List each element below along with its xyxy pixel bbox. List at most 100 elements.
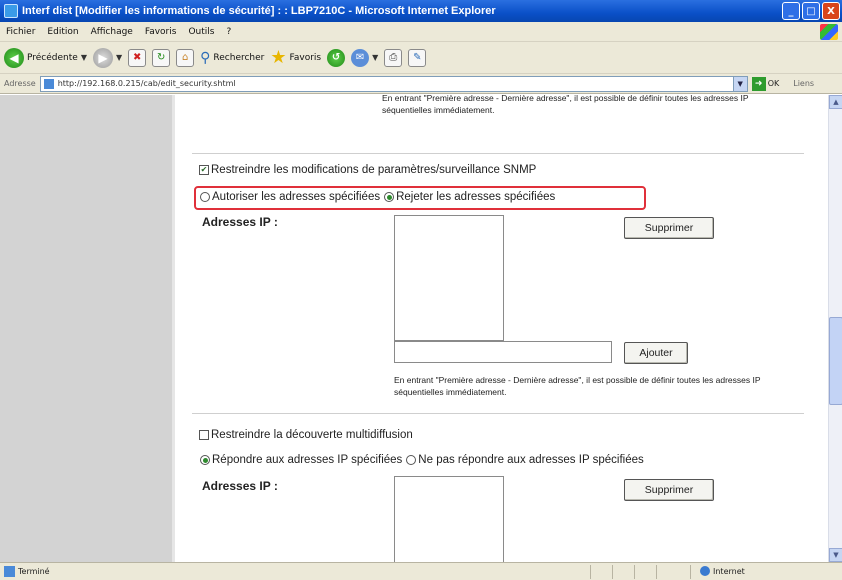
menu-fichier[interactable]: Fichier (6, 27, 35, 37)
forward-dropdown-icon[interactable]: ▼ (116, 53, 122, 62)
back-button[interactable]: ◀ Précédente ▼ (4, 47, 87, 68)
toolbar: ◀ Précédente ▼ ▶ ▼ ✖ ↻ ⌂ ⚲ Rechercher ★ … (0, 42, 842, 74)
globe-icon (700, 566, 710, 576)
menu-favoris[interactable]: Favoris (145, 27, 177, 37)
left-panel (0, 95, 172, 562)
multicast-ip-listbox[interactable] (394, 476, 504, 562)
ie-icon (4, 4, 18, 18)
links-label[interactable]: Liens (793, 79, 814, 88)
stop-icon: ✖ (128, 48, 147, 67)
status-page-icon (4, 566, 15, 577)
status-separator (612, 565, 613, 579)
left-panel-border (172, 95, 175, 562)
multicast-radio-row: Répondre aux adresses IP spécifiées Ne p… (200, 454, 644, 466)
snmp-ip-listbox[interactable] (394, 215, 504, 341)
divider-middle (192, 413, 804, 414)
status-separator (656, 565, 657, 579)
radio-no-respond[interactable] (406, 455, 417, 465)
print-icon: ⎙ (384, 48, 403, 67)
search-icon: ⚲ (200, 49, 211, 66)
favorites-button[interactable]: ★ Favoris (270, 47, 321, 68)
multicast-delete-button[interactable]: Supprimer (624, 479, 714, 501)
status-separator (690, 565, 691, 579)
address-url: http://192.168.0.215/cab/edit_security.s… (57, 79, 236, 88)
mail-dropdown-icon[interactable]: ▼ (372, 53, 378, 62)
radio-respond-label[interactable]: Répondre aux adresses IP spécifiées (212, 454, 402, 466)
snmp-checkbox[interactable]: ✔ (199, 165, 209, 175)
status-text: Terminé (18, 567, 50, 576)
back-dropdown-icon[interactable]: ▼ (81, 53, 87, 62)
back-arrow-icon: ◀ (4, 47, 24, 68)
radio-reject[interactable] (384, 192, 395, 202)
go-label: OK (767, 79, 780, 88)
title-bar: Interf dist [Modifier les informations d… (0, 0, 842, 22)
radio-respond[interactable] (200, 455, 210, 465)
status-zone: Internet (700, 566, 745, 576)
scroll-thumb[interactable] (829, 317, 842, 405)
page-content: En entrant "Première adresse - Dernière … (0, 95, 828, 562)
print-button[interactable]: ⎙ (384, 48, 403, 67)
home-button[interactable]: ⌂ (176, 48, 195, 67)
snmp-radio-row: Autoriser les adresses spécifiées Rejete… (200, 191, 555, 203)
forward-button[interactable]: ▶ ▼ (92, 47, 122, 68)
scroll-up-icon[interactable]: ▲ (829, 95, 842, 109)
address-bar: Adresse http://192.168.0.215/cab/edit_se… (0, 74, 842, 94)
go-button[interactable]: ➜ OK (751, 76, 780, 91)
snmp-checkbox-label: Restreindre les modifications de paramèt… (211, 164, 537, 176)
minimize-button[interactable]: _ (782, 2, 800, 20)
status-bar: Terminé Internet (0, 562, 842, 580)
snmp-ip-label: Adresses IP : (202, 215, 278, 229)
main-form: En entrant "Première adresse - Dernière … (178, 95, 828, 562)
radio-allow[interactable] (200, 192, 210, 202)
menu-bar: Fichier Edition Affichage Favoris Outils… (0, 22, 842, 42)
menu-edition[interactable]: Edition (47, 27, 78, 37)
address-label: Adresse (4, 79, 36, 88)
edit-icon: ✎ (408, 48, 427, 67)
refresh-icon: ↻ (152, 48, 171, 67)
snmp-add-button[interactable]: Ajouter (624, 342, 688, 364)
history-icon: ↺ (327, 48, 346, 67)
snmp-checkbox-row[interactable]: ✔ Restreindre les modifications de param… (199, 164, 536, 176)
menu-help[interactable]: ? (226, 27, 231, 37)
snmp-note: En entrant "Première adresse - Dernière … (394, 375, 761, 397)
address-dropdown-icon[interactable]: ▼ (732, 76, 747, 91)
windows-logo-icon (820, 24, 838, 40)
status-separator (634, 565, 635, 579)
search-button[interactable]: ⚲ Rechercher (200, 50, 264, 66)
multicast-checkbox-row[interactable]: Restreindre la découverte multidiffusion (199, 429, 413, 441)
menu-affichage[interactable]: Affichage (91, 27, 133, 37)
refresh-button[interactable]: ↻ (152, 48, 171, 67)
status-separator (590, 565, 591, 579)
note-top: En entrant "Première adresse - Dernière … (382, 95, 749, 115)
address-input[interactable]: http://192.168.0.215/cab/edit_security.s… (39, 75, 748, 92)
page-icon (43, 78, 54, 89)
favorites-label: Favoris (289, 52, 322, 63)
window-title: Interf dist [Modifier les informations d… (22, 5, 496, 17)
snmp-add-input[interactable] (394, 341, 612, 363)
radio-allow-label[interactable]: Autoriser les adresses spécifiées (212, 191, 380, 203)
snmp-delete-button[interactable]: Supprimer (624, 217, 714, 239)
divider-top (192, 153, 804, 154)
back-label: Précédente (27, 52, 78, 63)
close-button[interactable]: X (822, 2, 840, 20)
edit-button[interactable]: ✎ (408, 48, 427, 67)
multicast-checkbox[interactable] (199, 430, 209, 440)
scroll-down-icon[interactable]: ▼ (829, 548, 842, 562)
mail-icon: ✉ (351, 48, 370, 67)
multicast-ip-label: Adresses IP : (202, 479, 278, 493)
stop-button[interactable]: ✖ (128, 48, 147, 67)
vertical-scrollbar[interactable]: ▲ ▼ (828, 95, 842, 562)
status-zone-label: Internet (713, 566, 745, 576)
mail-button[interactable]: ✉ ▼ (351, 48, 378, 67)
multicast-checkbox-label: Restreindre la découverte multidiffusion (211, 429, 413, 441)
go-arrow-icon: ➜ (751, 76, 766, 91)
radio-no-respond-label[interactable]: Ne pas répondre aux adresses IP spécifié… (418, 454, 643, 466)
radio-reject-label[interactable]: Rejeter les adresses spécifiées (396, 191, 555, 203)
history-button[interactable]: ↺ (327, 48, 346, 67)
maximize-button[interactable]: □ (802, 2, 820, 20)
window-controls: _ □ X (782, 2, 840, 20)
menu-outils[interactable]: Outils (188, 27, 214, 37)
forward-arrow-icon: ▶ (92, 47, 113, 68)
favorites-star-icon: ★ (270, 47, 287, 68)
search-label: Rechercher (213, 52, 265, 63)
